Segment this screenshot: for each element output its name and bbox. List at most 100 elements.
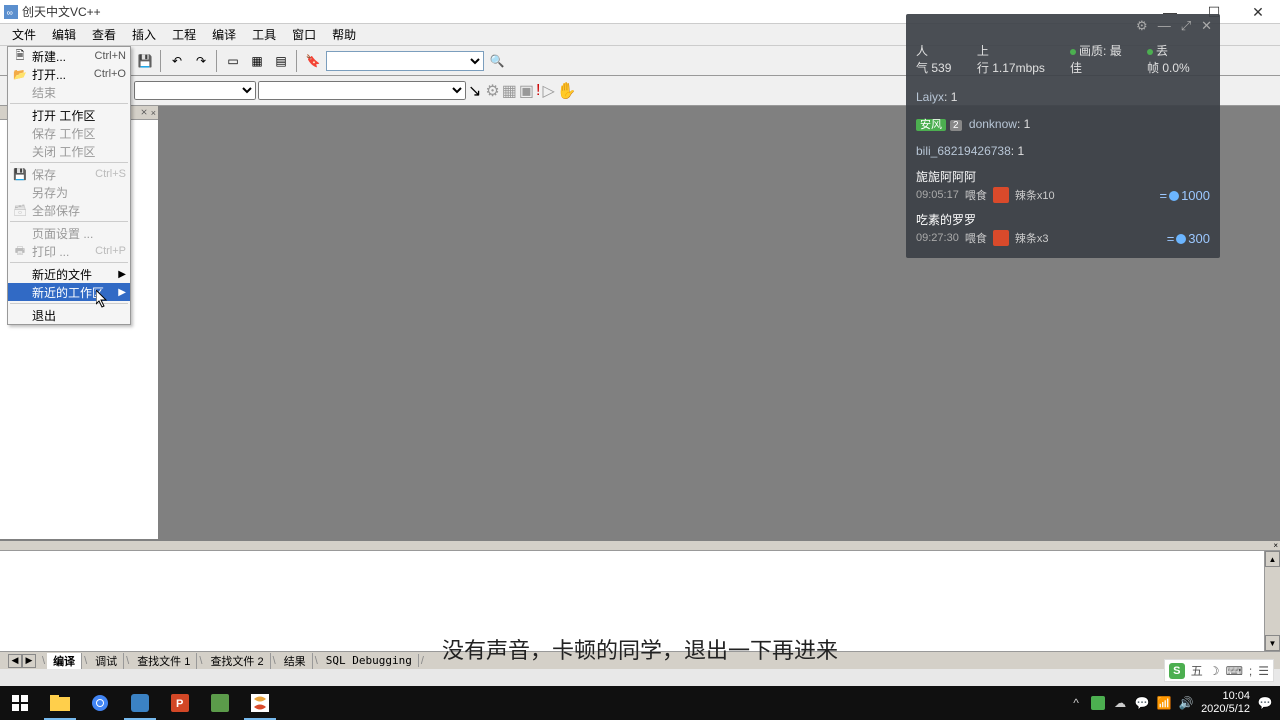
svg-text:P: P [176, 698, 183, 710]
member-combo[interactable] [258, 81, 466, 100]
menu-recent-workspaces[interactable]: 新近的工作区 ▶ [8, 283, 130, 301]
chat-level: 2 [950, 120, 962, 131]
gift-item: 辣条x10 [1015, 187, 1055, 203]
menu-help[interactable]: 帮助 [324, 24, 364, 45]
menu-window[interactable]: 窗口 [284, 24, 324, 45]
chat-message: bili_68219426738: 1 [906, 138, 1220, 164]
menu-file[interactable]: 文件 [4, 24, 44, 45]
gift-time: 09:05:17 [916, 189, 959, 201]
class-combo[interactable] [134, 81, 256, 100]
chat-user: bili_68219426738 [916, 144, 1011, 158]
menu-new[interactable]: 🗎 新建... Ctrl+N [8, 47, 130, 65]
system-tray: ^ ☁ 💬 📶 🔊 10:04 2020/5/12 💬 [1061, 690, 1280, 716]
menu-pagesetup: 页面设置 ... [8, 224, 130, 242]
taskbar-powerpoint[interactable]: P [160, 686, 200, 720]
open-file-icon: 📂 [12, 66, 28, 82]
clock-date: 2020/5/12 [1201, 703, 1250, 716]
execute-icon[interactable]: ! [536, 82, 540, 100]
save-icon: 💾 [12, 166, 28, 182]
stat-pop-label: 人气 [916, 44, 928, 75]
compile-icon[interactable]: ⚙ [485, 81, 499, 101]
tray-up-icon[interactable]: ^ [1069, 696, 1083, 710]
menu-view[interactable]: 查看 [84, 24, 124, 45]
find-icon[interactable]: 🔖 [302, 50, 324, 72]
menu-open-workspace[interactable]: 打开 工作区 [8, 106, 130, 124]
ime-extra1[interactable]: ☽ [1209, 664, 1220, 678]
menu-project[interactable]: 工程 [164, 24, 204, 45]
menu-exit[interactable]: 退出 [8, 306, 130, 324]
taskbar-chrome[interactable] [80, 686, 120, 720]
save-icon[interactable]: 💾 [134, 50, 156, 72]
tray-ime-icon[interactable] [1091, 696, 1105, 710]
tray-notifications-icon[interactable]: 💬 [1258, 696, 1272, 710]
ime-extra4[interactable]: ☰ [1258, 664, 1269, 678]
app-icon: ∞ [4, 5, 18, 19]
gift-value: =1000 [1159, 188, 1210, 203]
tray-wechat-icon[interactable]: 💬 [1135, 696, 1149, 710]
menu-end: 结束 [8, 83, 130, 101]
overlay-expand-icon[interactable]: ⤢ [1181, 18, 1191, 34]
tray-cloud-icon[interactable]: ☁ [1113, 696, 1127, 710]
menu-save: 💾 保存 Ctrl+S [8, 165, 130, 183]
window-list-icon[interactable]: ▭ [222, 50, 244, 72]
taskbar-app1[interactable] [120, 686, 160, 720]
find-combo[interactable] [326, 51, 484, 71]
menu-recent-files[interactable]: 新近的文件 ▶ [8, 265, 130, 283]
output-panel-header[interactable]: × [0, 541, 1280, 551]
menu-open[interactable]: 📂 打开... Ctrl+O [8, 65, 130, 83]
gift-time: 09:27:30 [916, 232, 959, 244]
stat-up-value: 1.17mbps [992, 61, 1045, 75]
tray-volume-icon[interactable]: 🔊 [1179, 696, 1193, 710]
menu-print: 🖶 打印 ... Ctrl+P [8, 242, 130, 260]
stop-build-icon[interactable]: ▣ [519, 81, 534, 101]
taskbar-explorer[interactable] [40, 686, 80, 720]
overlay-settings-icon[interactable]: ⚙ [1136, 18, 1148, 34]
print-icon: 🖶 [12, 243, 28, 259]
streaming-overlay: ⚙ — ⤢ ✕ 人气 539 上行 1.17mbps 画质: 最佳 丢帧 0.0… [906, 14, 1220, 258]
menu-save-workspace: 保存 工作区 [8, 124, 130, 142]
gift-user: 旎旎阿阿阿 [916, 168, 1210, 185]
submenu-arrow-icon: ▶ [118, 287, 126, 298]
taskbar-clock[interactable]: 10:04 2020/5/12 [1201, 690, 1250, 716]
menu-tools[interactable]: 工具 [244, 24, 284, 45]
gift-user: 吃素的罗罗 [916, 211, 1210, 228]
undo-icon[interactable]: ↶ [166, 50, 188, 72]
stat-up-label: 上行 [977, 44, 989, 75]
tile-icon[interactable]: ▦ [246, 50, 268, 72]
window-title: 创天中文VC++ [22, 3, 101, 20]
overlay-minimize-icon[interactable]: — [1158, 18, 1171, 34]
build-icon[interactable]: ▦ [502, 81, 517, 101]
gift-item: 辣条x3 [1015, 230, 1049, 246]
overlay-close-icon[interactable]: ✕ [1201, 18, 1212, 34]
start-button[interactable] [0, 686, 40, 720]
tray-network-icon[interactable]: 📶 [1157, 696, 1171, 710]
menu-insert[interactable]: 插入 [124, 24, 164, 45]
file-menu-dropdown: 🗎 新建... Ctrl+N 📂 打开... Ctrl+O 结束 打开 工作区 … [7, 46, 131, 325]
search-icon[interactable]: 🔍 [486, 50, 508, 72]
chat-user: Laiyx [916, 90, 944, 104]
gift-value: =300 [1167, 231, 1210, 246]
go-icon[interactable]: ▷ [542, 81, 554, 101]
scroll-up-icon[interactable]: ▲ [1265, 551, 1280, 567]
goto-icon[interactable]: ↘ [468, 81, 481, 101]
cascade-icon[interactable]: ▤ [270, 50, 292, 72]
ime-extra3[interactable]: ; [1249, 664, 1252, 678]
gift-action: 喂食 [965, 230, 987, 246]
taskbar-app2[interactable] [200, 686, 240, 720]
close-button[interactable]: ✕ [1236, 0, 1280, 24]
taskbar-vc[interactable] [240, 686, 280, 720]
gift-event: 旎旎阿阿阿 09:05:17 喂食 辣条x10 =1000 [906, 164, 1220, 207]
svg-text:∞: ∞ [7, 7, 13, 17]
ime-extra2[interactable]: ⌨ [1226, 664, 1243, 678]
menu-build[interactable]: 编译 [204, 24, 244, 45]
overlay-stats: 人气 539 上行 1.17mbps 画质: 最佳 丢帧 0.0% [906, 38, 1220, 84]
clock-time: 10:04 [1201, 690, 1250, 703]
stat-pop-value: 539 [931, 61, 951, 75]
gift-icon [993, 187, 1009, 203]
breakpoint-icon[interactable]: ✋ [557, 81, 577, 101]
chat-message: 安风2 donknow: 1 [906, 110, 1220, 138]
gift-icon [993, 230, 1009, 246]
saveall-icon: 🗃 [12, 202, 28, 218]
redo-icon[interactable]: ↷ [190, 50, 212, 72]
menu-edit[interactable]: 编辑 [44, 24, 84, 45]
